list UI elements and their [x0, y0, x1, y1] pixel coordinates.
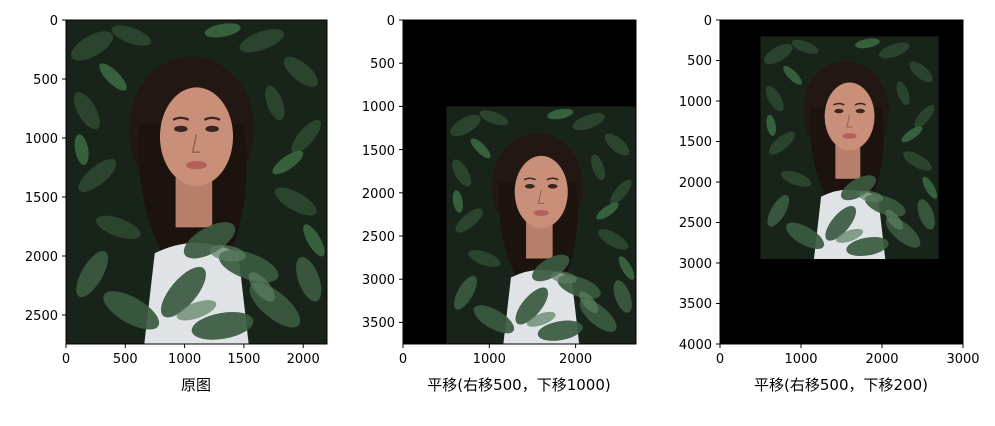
x-tick-label: 0 — [62, 352, 70, 367]
x-tick-label: 1500 — [227, 352, 260, 367]
figure: 0 500 1000 1500 2000 0 500 1000 1500 200… — [25, 14, 980, 394]
x-ticks: 0 1000 2000 3000 — [716, 344, 980, 367]
y-tick-label: 3000 — [362, 273, 395, 288]
y-tick-label: 2500 — [362, 230, 395, 245]
panel-original: 0 500 1000 1500 2000 0 500 1000 1500 200… — [25, 14, 328, 394]
x-tick-label: 0 — [399, 352, 407, 367]
y-ticks: 0 500 1000 1500 2000 2500 3000 3500 4000 — [679, 14, 720, 353]
x-ticks: 0 500 1000 1500 2000 — [62, 344, 320, 367]
y-tick-label: 1500 — [679, 135, 712, 150]
panel-shift-500-1000: 0 1000 2000 0 500 1000 1500 2000 2500 30… — [362, 14, 637, 394]
y-tick-label: 1000 — [362, 100, 395, 115]
x-tick-label: 2000 — [865, 352, 898, 367]
y-tick-label: 1000 — [679, 95, 712, 110]
y-tick-label: 2000 — [679, 176, 712, 191]
y-tick-label: 4000 — [679, 338, 712, 353]
y-tick-label: 3500 — [362, 316, 395, 331]
x-tick-label: 2000 — [287, 352, 320, 367]
y-tick-label: 3000 — [679, 257, 712, 272]
y-tick-label: 0 — [387, 14, 395, 29]
y-tick-label: 1500 — [25, 191, 58, 206]
y-tick-label: 0 — [50, 14, 58, 29]
y-tick-label: 500 — [33, 73, 58, 88]
x-tick-label: 1000 — [784, 352, 817, 367]
photo-image — [760, 36, 939, 260]
x-tick-label: 2000 — [559, 352, 592, 367]
y-tick-label: 2500 — [25, 309, 58, 324]
x-tick-label: 1000 — [168, 352, 201, 367]
x-tick-label: 500 — [113, 352, 138, 367]
panel-shift-500-200: 0 1000 2000 3000 0 500 1000 1500 2000 25… — [679, 14, 980, 394]
photo-image — [446, 106, 636, 344]
panel-xlabel: 原图 — [181, 376, 211, 394]
x-ticks: 0 1000 2000 — [399, 344, 592, 367]
y-tick-label: 2500 — [679, 216, 712, 231]
y-tick-label: 3500 — [679, 297, 712, 312]
x-tick-label: 0 — [716, 352, 724, 367]
panel-xlabel: 平移(右移500，下移200) — [754, 376, 928, 394]
y-ticks: 0 500 1000 1500 2000 2500 3000 3500 — [362, 14, 403, 331]
y-tick-label: 2000 — [25, 250, 58, 265]
panel-xlabel: 平移(右移500，下移1000) — [427, 376, 611, 394]
y-tick-label: 500 — [370, 57, 395, 72]
photo-image — [66, 20, 327, 344]
y-ticks: 0 500 1000 1500 2000 2500 — [25, 14, 66, 324]
y-tick-label: 1500 — [362, 144, 395, 159]
y-tick-label: 0 — [704, 14, 712, 29]
x-tick-label: 1000 — [473, 352, 506, 367]
y-tick-label: 2000 — [362, 187, 395, 202]
x-tick-label: 3000 — [946, 352, 979, 367]
y-tick-label: 1000 — [25, 132, 58, 147]
y-tick-label: 500 — [687, 54, 712, 69]
